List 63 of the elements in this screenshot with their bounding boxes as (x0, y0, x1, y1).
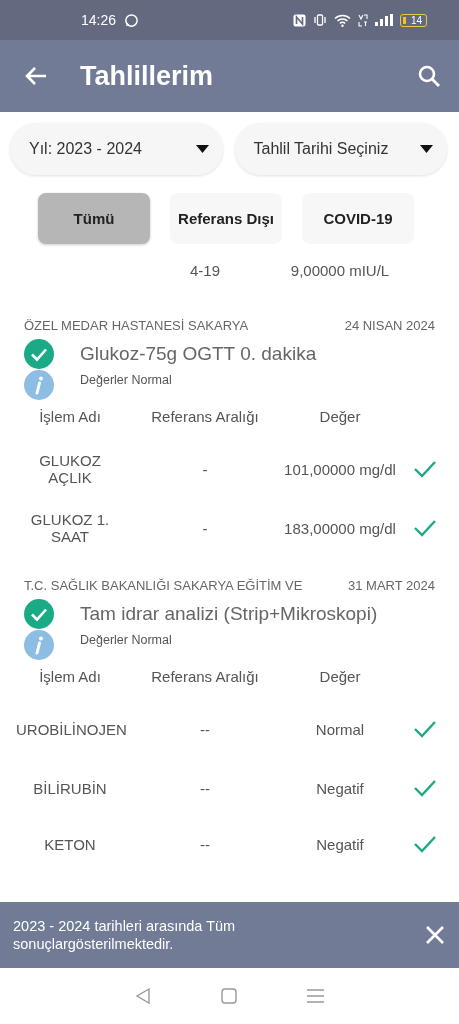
table-cell-text: GLUKOZ AÇLIK (38, 452, 102, 486)
result-date: 31 MART 2024 (348, 578, 435, 593)
table-cell-text: - (201, 460, 209, 478)
battery-icon: 14 (399, 13, 427, 27)
hospital-name: ÖZEL MEDAR HASTANESİ SAKARYA (24, 318, 249, 333)
table-cell-text: Negatif (315, 779, 365, 797)
nfc-icon (292, 13, 306, 27)
home-nav-button[interactable] (221, 988, 237, 1004)
table-cell-text: 4-19 (189, 261, 221, 279)
snackbar-message: 2023 - 2024 tarihleri arasında Tüm sonuçlargösterilmektedir. (13, 917, 237, 953)
menu-nav-button[interactable] (307, 988, 324, 1004)
volte-icon (357, 13, 368, 27)
page-title: Tahlillerim (80, 60, 214, 92)
check-icon (413, 778, 437, 798)
info-icon (24, 370, 54, 400)
check-icon (413, 518, 437, 538)
clock-time: 14:26 (81, 12, 117, 28)
result-date: 24 NISAN 2024 (344, 318, 435, 333)
table-cell-text: -- (199, 835, 211, 853)
table-cell-text: -- (199, 720, 211, 738)
dropdown-field[interactable]: Yıl: 2023 - 2024 (10, 123, 223, 175)
check-circle-icon (24, 599, 54, 629)
close-button[interactable] (425, 925, 445, 945)
filter-tab[interactable]: COVID-19 (302, 193, 414, 244)
table-cell-text: 9,00000 mIU/L (289, 261, 391, 279)
table-cell-text: 101,00000 mg/dl (283, 460, 397, 478)
table-cell-text: Normal (314, 720, 366, 738)
check-icon (413, 459, 437, 479)
dropdown-arrow-icon (420, 145, 433, 153)
wifi-icon (333, 13, 351, 27)
column-header: Değer (318, 407, 362, 425)
signal-icon (374, 14, 393, 26)
back-nav-button[interactable] (135, 988, 151, 1004)
table-cell-text: Negatif (315, 835, 365, 853)
column-header: İşlem Adı (38, 667, 102, 685)
column-header: Değer (318, 667, 362, 685)
table-cell-text: BİLİRUBİN (32, 779, 108, 797)
info-icon (24, 630, 54, 660)
test-name: Glukoz-75g OGTT 0. dakika (80, 343, 317, 365)
table-cell-text: 183,00000 mg/dl (283, 519, 397, 537)
back-button[interactable] (24, 66, 48, 86)
check-icon (413, 719, 437, 739)
table-cell-text: UROBİLİNOJEN (15, 720, 128, 738)
column-header: İşlem Adı (38, 407, 102, 425)
status-text: Değerler Normal (80, 373, 172, 387)
dropdown-field[interactable]: Tahlil Tarihi Seçiniz (234, 123, 447, 175)
filter-tab[interactable]: Tümü (38, 193, 150, 244)
search-button[interactable] (417, 64, 441, 88)
chat-icon (124, 12, 140, 28)
table-cell-text: KETON (43, 835, 97, 853)
table-cell-text: -- (199, 779, 211, 797)
dropdown-arrow-icon (195, 145, 209, 153)
column-header: Referans Aralığı (150, 407, 260, 425)
vibrate-icon (312, 14, 327, 26)
status-text: Değerler Normal (80, 633, 172, 647)
hospital-name: T.C. SAĞLIK BAKANLIĞI SAKARYA EĞİTİM VE (24, 578, 303, 593)
filter-tab[interactable]: Referans Dışı (170, 193, 282, 244)
column-header: Referans Aralığı (150, 667, 260, 685)
table-cell-text: - (201, 519, 209, 537)
check-icon (413, 834, 437, 854)
check-circle-icon (24, 339, 54, 369)
test-name: Tam idrar analizi (Strip+Mikroskopi) (80, 603, 378, 625)
table-cell-text: GLUKOZ 1. SAAT (29, 511, 111, 545)
